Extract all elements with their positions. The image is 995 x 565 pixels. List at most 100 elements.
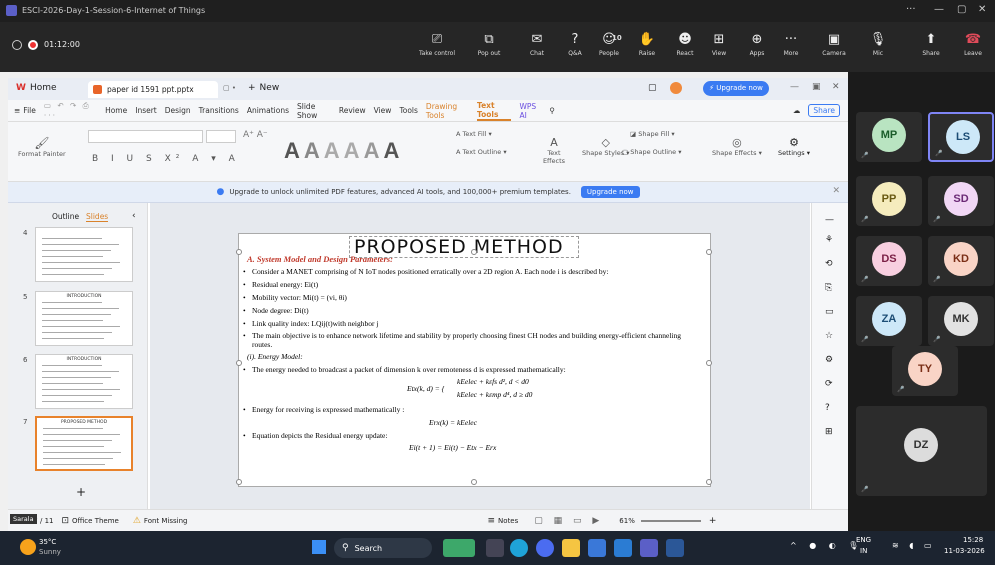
q-a-button[interactable]: ? Q&A xyxy=(556,30,594,57)
zoom-slider[interactable] xyxy=(640,519,701,522)
new-tab-button[interactable]: + New xyxy=(248,83,279,93)
participant-tile[interactable]: DS 🎤 xyxy=(856,236,922,286)
restore-icon[interactable]: ▣ xyxy=(812,82,821,92)
font-format-icons[interactable]: B I U S X² A ▾ A xyxy=(92,154,240,164)
resize-handle[interactable] xyxy=(706,249,712,255)
copy-icon[interactable]: ⎘ xyxy=(825,283,832,293)
camera-button[interactable]: ▣ Camera xyxy=(818,30,850,57)
help-icon[interactable]: ? xyxy=(825,403,830,413)
tab-home[interactable]: W Home xyxy=(16,83,57,93)
apps-button[interactable]: ⊕ Apps xyxy=(738,30,776,57)
copilot-icon[interactable] xyxy=(614,539,632,557)
format-painter-button[interactable]: 🖌 Format Painter xyxy=(18,136,66,158)
menu-design[interactable]: Design xyxy=(165,106,191,115)
close-icon[interactable]: ✕ xyxy=(978,4,986,15)
font-grow-shrink-icons[interactable]: A⁺ A⁻ xyxy=(243,130,268,140)
cloud-icon[interactable]: ☁ xyxy=(793,106,801,115)
font-name-select[interactable] xyxy=(88,130,203,143)
word-icon[interactable] xyxy=(666,539,684,557)
tab-file[interactable]: paper id 1591 ppt.pptx xyxy=(88,81,218,98)
pop-out-button[interactable]: ⧉ Pop out xyxy=(470,30,508,57)
shape-outline-button[interactable]: ▢ Shape Outline ▾ xyxy=(622,148,682,156)
teams-taskbar-icon[interactable] xyxy=(640,539,658,557)
hamburger-icon[interactable]: ≡ xyxy=(14,106,20,115)
menu-slide-show[interactable]: Slide Show xyxy=(297,102,331,120)
shape-fill-button[interactable]: ◪ Shape Fill ▾ xyxy=(630,130,675,138)
slide-thumbnail[interactable]: PROPOSED METHOD xyxy=(35,416,133,471)
collapse-pane-icon[interactable]: — xyxy=(825,215,834,225)
close-icon[interactable]: ✕ xyxy=(832,82,840,92)
slide-thumbnail[interactable]: INTRODUCTION xyxy=(35,354,133,409)
participant-tile[interactable]: ZA 🎤 xyxy=(856,296,922,346)
menu-transitions[interactable]: Transitions xyxy=(199,106,239,115)
add-slide-button[interactable]: + xyxy=(76,485,86,499)
chat-button[interactable]: ✉ Chat xyxy=(518,30,556,57)
network-volume-battery-icons[interactable]: ≋ ◖ ▭ xyxy=(892,541,936,550)
upgrade-now-button[interactable]: ⚡ Upgrade now xyxy=(703,81,769,96)
resize-handle[interactable] xyxy=(471,249,477,255)
weather-icon[interactable] xyxy=(20,539,36,555)
history-icon[interactable]: ⟳ xyxy=(825,379,833,389)
banner-upgrade-button[interactable]: Upgrade now xyxy=(580,186,640,198)
text-effects-button[interactable]: A Text Effects xyxy=(540,136,568,165)
menu-view[interactable]: View xyxy=(374,106,392,115)
text-fill-button[interactable]: A Text Fill ▾ xyxy=(456,130,492,138)
window-icon[interactable]: ▢ xyxy=(648,83,657,93)
comment-icon[interactable]: ▭ xyxy=(825,307,834,317)
resize-handle[interactable] xyxy=(236,360,242,366)
menu-insert[interactable]: Insert xyxy=(135,106,157,115)
maximize-icon[interactable]: ▢ xyxy=(957,4,966,15)
participant-tile[interactable]: KD 🎤 xyxy=(928,236,994,286)
resize-handle[interactable] xyxy=(236,479,242,485)
participant-tile[interactable]: MK 🎤 xyxy=(928,296,994,346)
participant-tile[interactable]: TY 🎤 xyxy=(892,346,958,396)
participant-tile[interactable]: MP 🎤 xyxy=(856,112,922,162)
star-icon[interactable]: ☆ xyxy=(825,331,833,341)
system-tray-icons[interactable]: ^ ● ◐ 🎙 xyxy=(790,541,863,550)
minimize-icon[interactable]: — xyxy=(790,82,799,92)
clock-time[interactable]: 15:28 xyxy=(963,536,983,544)
participant-tile[interactable]: LS 🎤 xyxy=(928,112,994,162)
quick-access-icons[interactable]: ▭ ↶ ↷ ⎙ ··· xyxy=(44,101,97,120)
search-box[interactable]: ⚲ Search xyxy=(334,538,432,558)
close-banner-icon[interactable]: ✕ xyxy=(832,186,840,196)
collapse-icon[interactable]: ‹ xyxy=(132,211,136,221)
theme-name[interactable]: Office Theme xyxy=(72,517,119,525)
font-size-select[interactable] xyxy=(206,130,236,143)
tab-outline[interactable]: Outline xyxy=(52,212,79,221)
font-missing-label[interactable]: Font Missing xyxy=(144,517,188,525)
wordart-styles-gallery[interactable]: AAAAAA xyxy=(284,138,403,164)
take-control-button[interactable]: ⎚ Take control xyxy=(418,30,456,57)
leave-button[interactable]: ☎ Leave xyxy=(956,30,990,57)
view-button[interactable]: ⊞ View xyxy=(700,30,738,57)
menu-home[interactable]: Home xyxy=(105,106,127,115)
more-button[interactable]: ··· More xyxy=(772,30,810,57)
participant-tile[interactable]: PP 🎤 xyxy=(856,176,922,226)
menu-file[interactable]: File xyxy=(23,106,36,115)
shape-effects-button[interactable]: ◎ Shape Effects ▾ xyxy=(712,136,762,157)
task-view-icon[interactable] xyxy=(486,539,504,557)
mic-button[interactable]: 🎙 Mic xyxy=(860,30,896,57)
resize-handle[interactable] xyxy=(471,479,477,485)
chrome-icon[interactable] xyxy=(536,539,554,557)
participant-tile[interactable]: DZ 🎤 xyxy=(856,406,987,496)
avatar[interactable] xyxy=(670,82,682,94)
zoom-in-icon[interactable]: + xyxy=(709,516,717,526)
widget-icon[interactable] xyxy=(443,539,475,557)
participant-tile[interactable]: SD 🎤 xyxy=(928,176,994,226)
resize-handle[interactable] xyxy=(236,249,242,255)
share-button[interactable]: ⬆ Share xyxy=(916,30,946,57)
slide-canvas[interactable]: PROPOSED METHOD A. System Model and Desi… xyxy=(236,233,712,487)
menu-tools[interactable]: Tools xyxy=(399,106,417,115)
menu-review[interactable]: Review xyxy=(339,106,366,115)
slide-thumbnail[interactable] xyxy=(35,227,133,282)
share-button[interactable]: Share xyxy=(808,104,840,117)
tab-slides[interactable]: Slides xyxy=(86,212,109,222)
file-explorer-icon[interactable] xyxy=(562,539,580,557)
grid-icon[interactable]: ⊞ xyxy=(825,427,833,437)
menu-drawing-tools[interactable]: Drawing Tools xyxy=(426,102,469,120)
windows-start-icon[interactable] xyxy=(312,540,326,554)
people-button[interactable]: ☺ 10 People xyxy=(590,30,628,57)
notes-button[interactable]: Notes xyxy=(498,517,518,525)
zoom-level[interactable]: 61% xyxy=(619,517,635,525)
